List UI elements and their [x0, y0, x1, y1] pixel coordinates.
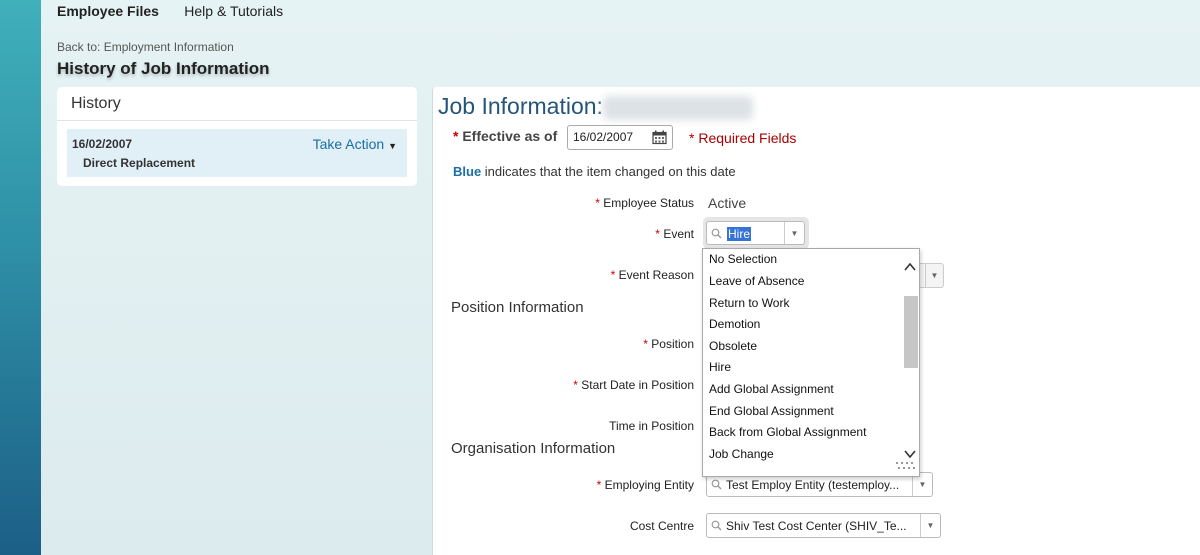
employee-status-label: * Employee Status [595, 196, 694, 210]
event-dropdown-list[interactable]: No Selection Leave of Absence Return to … [702, 248, 920, 477]
nav-employee-files[interactable]: Employee Files [57, 3, 159, 19]
event-option[interactable]: End Global Assignment [709, 404, 834, 418]
start-date-label: * Start Date in Position [573, 378, 694, 392]
search-icon [711, 479, 722, 493]
search-icon [711, 520, 722, 534]
take-action-menu[interactable]: Take Action ▼ [313, 136, 397, 152]
employee-status-value: Active [708, 195, 747, 211]
time-in-position-label: Time in Position [609, 419, 694, 433]
chevron-up-icon[interactable] [903, 261, 917, 273]
event-combobox[interactable]: Hire ▼ [703, 217, 809, 249]
take-action-label: Take Action [312, 136, 385, 152]
event-input-value[interactable]: Hire [727, 227, 752, 241]
event-option[interactable]: Demotion [709, 317, 760, 331]
event-reason-label: * Event Reason [610, 268, 694, 282]
history-panel: History 16/02/2007 Direct Replacement Ta… [57, 87, 417, 186]
cost-centre-combobox[interactable]: Shiv Test Cost Center (SHIV_Te... ▼ [706, 513, 941, 538]
required-fields-note: * Required Fields [689, 130, 797, 146]
dropdown-scrollbar[interactable] [903, 261, 919, 461]
history-entry-event: Direct Replacement [83, 156, 196, 170]
employing-entity-value: Test Employ Entity (testemploy... [726, 478, 900, 492]
event-option[interactable]: Add Global Assignment [709, 382, 834, 396]
event-option[interactable]: Obsolete [709, 339, 757, 353]
chevron-down-icon[interactable]: ▼ [920, 514, 940, 537]
chevron-down-icon[interactable]: ▼ [784, 222, 804, 244]
effective-as-of-label: * Effective as of [453, 128, 558, 144]
effective-date-input[interactable]: 16/02/2007 [567, 125, 673, 150]
history-heading: History [57, 87, 417, 121]
left-accent-band [0, 0, 41, 555]
calendar-icon[interactable] [652, 130, 667, 148]
cost-centre-label: Cost Centre [629, 519, 694, 533]
back-link[interactable]: Back to: Employment Information [57, 40, 234, 54]
event-option[interactable]: Leave of Absence [709, 274, 804, 288]
redacted-employee-name [603, 96, 753, 120]
page-title: History of Job Information [57, 59, 270, 78]
nav-help-tutorials[interactable]: Help & Tutorials [184, 3, 283, 19]
history-entry[interactable]: 16/02/2007 Direct Replacement Take Actio… [67, 129, 407, 177]
event-option[interactable]: No Selection [709, 252, 777, 266]
caret-down-icon: ▼ [388, 141, 397, 151]
history-entry-date: 16/02/2007 [72, 137, 133, 151]
resize-grip-icon[interactable] [895, 460, 917, 474]
event-option[interactable]: Back from Global Assignment [709, 425, 866, 439]
employing-entity-label: * Employing Entity [596, 478, 694, 492]
event-option[interactable]: Hire [709, 360, 731, 374]
event-option[interactable]: Job Change [709, 447, 774, 461]
event-option[interactable]: Return to Work [709, 296, 789, 310]
scrollbar-thumb[interactable] [904, 296, 918, 368]
cost-centre-value: Shiv Test Cost Center (SHIV_Te... [726, 519, 907, 533]
organisation-info-heading: Organisation Information [451, 440, 616, 457]
position-label: * Position [643, 337, 694, 351]
job-info-title: Job Information: [438, 93, 603, 119]
blue-change-note: Blue indicates that the item changed on … [453, 164, 736, 179]
chevron-down-icon[interactable] [903, 448, 917, 460]
event-label: * Event [655, 227, 694, 241]
top-nav: Employee Files Help & Tutorials [57, 3, 305, 21]
position-info-heading: Position Information [451, 299, 584, 316]
chevron-down-icon[interactable]: ▼ [925, 264, 943, 287]
event-reason-combobox[interactable]: ▼ [920, 263, 944, 288]
search-icon [711, 228, 722, 242]
